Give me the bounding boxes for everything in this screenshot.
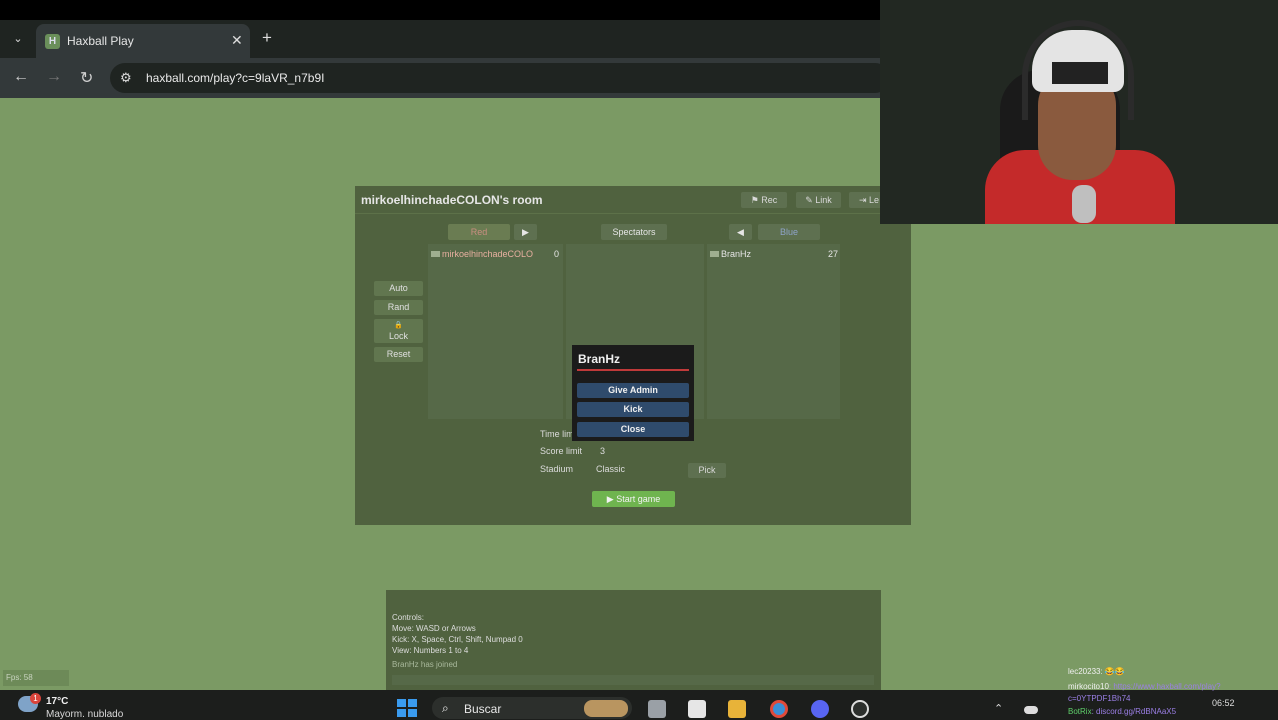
weather-badge: 1 (30, 693, 41, 704)
reset-button[interactable]: Reset (374, 347, 423, 362)
stadium-label: Stadium (540, 464, 574, 474)
time-limit-label: Time lim (540, 429, 574, 439)
link-button[interactable]: ✎ Link (796, 192, 841, 208)
tab-search-button[interactable]: ⌄ (7, 29, 29, 49)
back-button[interactable]: ← (13, 68, 29, 86)
auto-button[interactable]: Auto (374, 281, 423, 296)
weather-temp[interactable]: 17°C (46, 696, 68, 707)
task-view-icon[interactable] (648, 700, 666, 718)
search-placeholder: Buscar (464, 702, 502, 716)
discord-icon[interactable] (811, 700, 829, 718)
stream-chat-message: BotRix: discord.gg/RdBNAaX5 (1068, 707, 1176, 716)
blue-team-list: BranHz 27 (707, 244, 840, 419)
flag-icon (710, 251, 719, 257)
weather-desc[interactable]: Mayorm. nublado (46, 709, 123, 720)
tab-title: Haxball Play (67, 34, 134, 48)
navigation-bar: ← → ↻ ⚙ haxball.com/play?c=9laVR_n7b9I (0, 58, 890, 98)
chrome-icon[interactable] (770, 700, 788, 718)
pick-stadium-button[interactable]: Pick (688, 463, 726, 478)
chat-text: c=0YTPDF1Bh74 (1068, 694, 1131, 703)
tray-overflow-icon[interactable]: ⌃ (994, 702, 1003, 715)
store-icon[interactable] (688, 700, 706, 718)
spectators-button[interactable]: Spectators (601, 224, 667, 240)
obs-icon[interactable] (851, 700, 869, 718)
webcam-overlay (880, 0, 1278, 224)
move-to-blue-button[interactable]: ◀ (729, 224, 752, 240)
score-limit-label: Score limit (540, 446, 583, 456)
chat-line: View: Numbers 1 to 4 (392, 646, 469, 655)
blue-player-name: BranHz (721, 249, 752, 259)
blue-team-button[interactable]: Blue (758, 224, 820, 240)
score-limit-value[interactable]: 3 (600, 446, 605, 456)
file-explorer-icon[interactable] (728, 700, 746, 718)
give-admin-button[interactable]: Give Admin (577, 383, 689, 398)
stream-chat-message: mirkocito10: https://www.haxball.com/pla… (1068, 682, 1221, 691)
forward-button[interactable]: → (46, 68, 62, 86)
new-tab-button[interactable]: + (262, 28, 272, 48)
haxball-favicon-icon: H (45, 34, 60, 49)
room-header: mirkoelhinchadeCOLON's room ⚑ Rec ✎ Link… (355, 186, 911, 214)
room-title: mirkoelhinchadeCOLON's room (361, 193, 543, 207)
headphones-shape (1022, 20, 1134, 120)
chat-line: Kick: X, Space, Ctrl, Shift, Numpad 0 (392, 635, 523, 644)
address-bar[interactable]: ⚙ haxball.com/play?c=9laVR_n7b9I (110, 63, 890, 93)
stream-chat-message: lec20233: 😂😂 (1068, 667, 1125, 676)
microphone-shape (1072, 185, 1096, 223)
start-game-button[interactable]: ▶ Start game (592, 491, 675, 507)
join-message: BranHz has joined (392, 660, 458, 669)
red-team-list: mirkoelhinchadeCOLO 0 (428, 244, 563, 419)
red-player-row[interactable]: mirkoelhinchadeCOLO (431, 249, 533, 259)
chat-text: : discord.gg/RdBNAaX5 (1091, 707, 1177, 716)
site-info-icon[interactable]: ⚙ (120, 70, 132, 86)
flag-icon (431, 251, 440, 257)
url-text[interactable]: haxball.com/play?c=9laVR_n7b9I (146, 71, 324, 85)
chat-text: : https://www.haxball.com/play? (1108, 682, 1221, 691)
search-highlight-image (584, 700, 628, 717)
popup-title: BranHz (578, 352, 621, 366)
close-tab-icon[interactable]: ✕ (231, 32, 243, 49)
fps-counter: Fps: 58 (3, 670, 69, 686)
move-to-red-button[interactable]: ▶ (514, 224, 537, 240)
chat-user: mirkocito10 (1068, 682, 1109, 691)
player-context-popup: BranHz Give Admin Kick Close (572, 345, 694, 441)
chat-text: : 😂😂 (1100, 667, 1125, 676)
taskbar-search[interactable]: ⌕ Buscar (432, 697, 632, 719)
onedrive-icon[interactable] (1024, 706, 1038, 714)
lock-button[interactable]: 🔒 Lock (374, 319, 423, 343)
red-player-number: 0 (554, 249, 560, 259)
chat-user: lec20233 (1068, 667, 1101, 676)
stadium-value: Classic (596, 464, 626, 474)
popup-divider (577, 369, 689, 371)
chat-panel: Controls: Move: WASD or Arrows Kick: X, … (386, 590, 881, 690)
rand-button[interactable]: Rand (374, 300, 423, 315)
rec-button[interactable]: ⚑ Rec (741, 192, 787, 208)
chat-user: BotRix (1068, 707, 1092, 716)
blue-player-row[interactable]: BranHz (710, 249, 751, 259)
chat-line: Controls: (392, 613, 425, 622)
kick-button[interactable]: Kick (577, 402, 689, 417)
reload-button[interactable]: ↻ (80, 68, 93, 88)
chat-line: Move: WASD or Arrows (392, 624, 476, 633)
stream-chat-overlay: lec20233: 😂😂 mirkocito10: https://www.ha… (1068, 665, 1268, 720)
search-icon: ⌕ (442, 701, 449, 715)
blue-player-number: 27 (828, 249, 839, 259)
lock-label: Lock (388, 331, 408, 341)
stream-chat-message: c=0YTPDF1Bh74 (1068, 694, 1130, 703)
red-team-button[interactable]: Red (448, 224, 510, 240)
red-player-name: mirkoelhinchadeCOLO (442, 249, 534, 259)
tab-strip: ⌄ H Haxball Play ✕ + (0, 20, 880, 58)
windows-start-icon[interactable] (397, 699, 417, 717)
close-popup-button[interactable]: Close (577, 422, 689, 437)
lock-icon: 🔒 (394, 322, 403, 329)
chat-input[interactable] (392, 675, 874, 685)
tab-haxball[interactable]: H Haxball Play ✕ (36, 24, 250, 58)
